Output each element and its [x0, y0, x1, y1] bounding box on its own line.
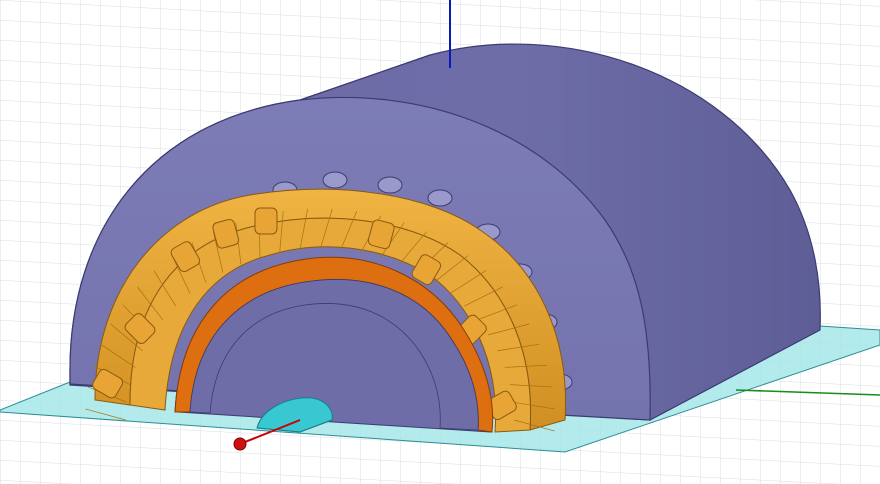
coil-end-turn	[254, 207, 278, 235]
slot-hole	[322, 171, 348, 189]
3d-scene[interactable]	[0, 0, 880, 484]
origin-marker-icon[interactable]	[233, 437, 247, 451]
modeler-3d-viewport[interactable]	[0, 0, 880, 484]
slot-hole	[427, 189, 453, 207]
slot-hole	[377, 176, 403, 194]
